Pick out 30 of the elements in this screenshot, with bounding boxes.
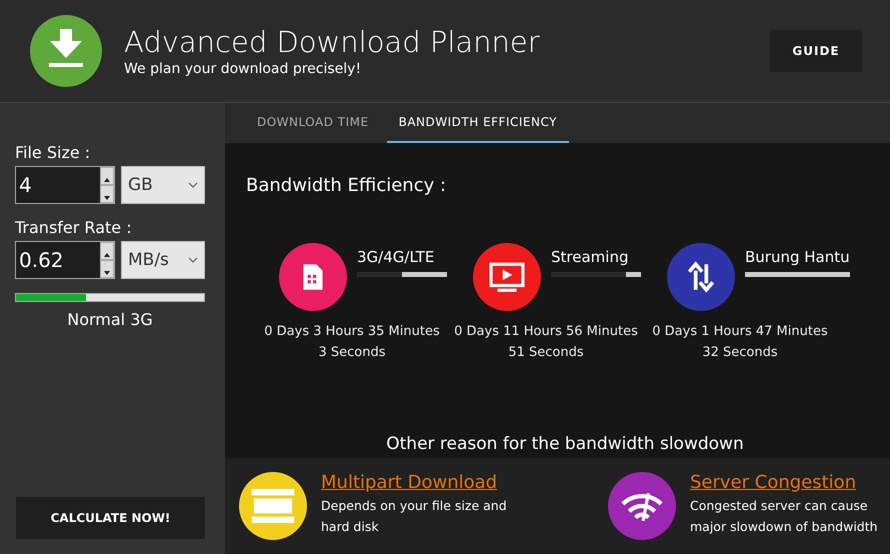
speed-label: Normal 3G [66,310,154,329]
number-field[interactable]: 0.62 [15,241,115,279]
network-name: Streaming [551,248,628,266]
reason-link[interactable]: Multipart Download [321,472,536,493]
reasons-heading: Other reason for the bandwidth slowdown [385,434,745,456]
section-title: Bandwidth Efficiency : [245,174,448,196]
reason-description: Depends on your file size and hard disk [321,497,508,536]
unit-dropdown[interactable]: MB/s [121,241,205,279]
field-label: Transfer Rate : [15,218,133,237]
network-name: 3G/4G/LTE [357,248,434,266]
calculate-button[interactable]: CALCULATE NOW! [16,497,205,539]
download-duration: 0 Days 3 Hours 35 Minutes 3 Seconds [263,323,441,362]
number-field[interactable]: 4 [15,166,115,204]
app-subtitle: We plan your download precisely! [124,61,362,77]
tab[interactable]: BANDWIDTH EFFICIENCY [386,103,569,143]
field-label: File Size : [15,143,92,162]
spinner-icon[interactable] [100,242,114,278]
download-duration: 0 Days 1 Hours 47 Minutes 32 Seconds [651,323,829,362]
reason-description: Congested server can cause major slowdown of bandwidth [690,497,879,536]
guide-button[interactable]: GUIDE [770,30,862,72]
download-duration: 0 Days 11 Hours 56 Minutes 51 Seconds [453,323,639,362]
unit-dropdown[interactable]: GB [121,166,205,204]
chevron-icon [188,257,198,263]
network-name: Burung Hantu [745,248,850,266]
tab[interactable]: DOWNLOAD TIME [245,103,381,143]
reason-link[interactable]: Server Congestion [690,472,890,493]
download-logo-icon [30,15,102,87]
app-title: Advanced Download Planner [124,25,541,59]
chevron-icon [188,182,198,188]
spinner-icon[interactable] [100,167,114,203]
